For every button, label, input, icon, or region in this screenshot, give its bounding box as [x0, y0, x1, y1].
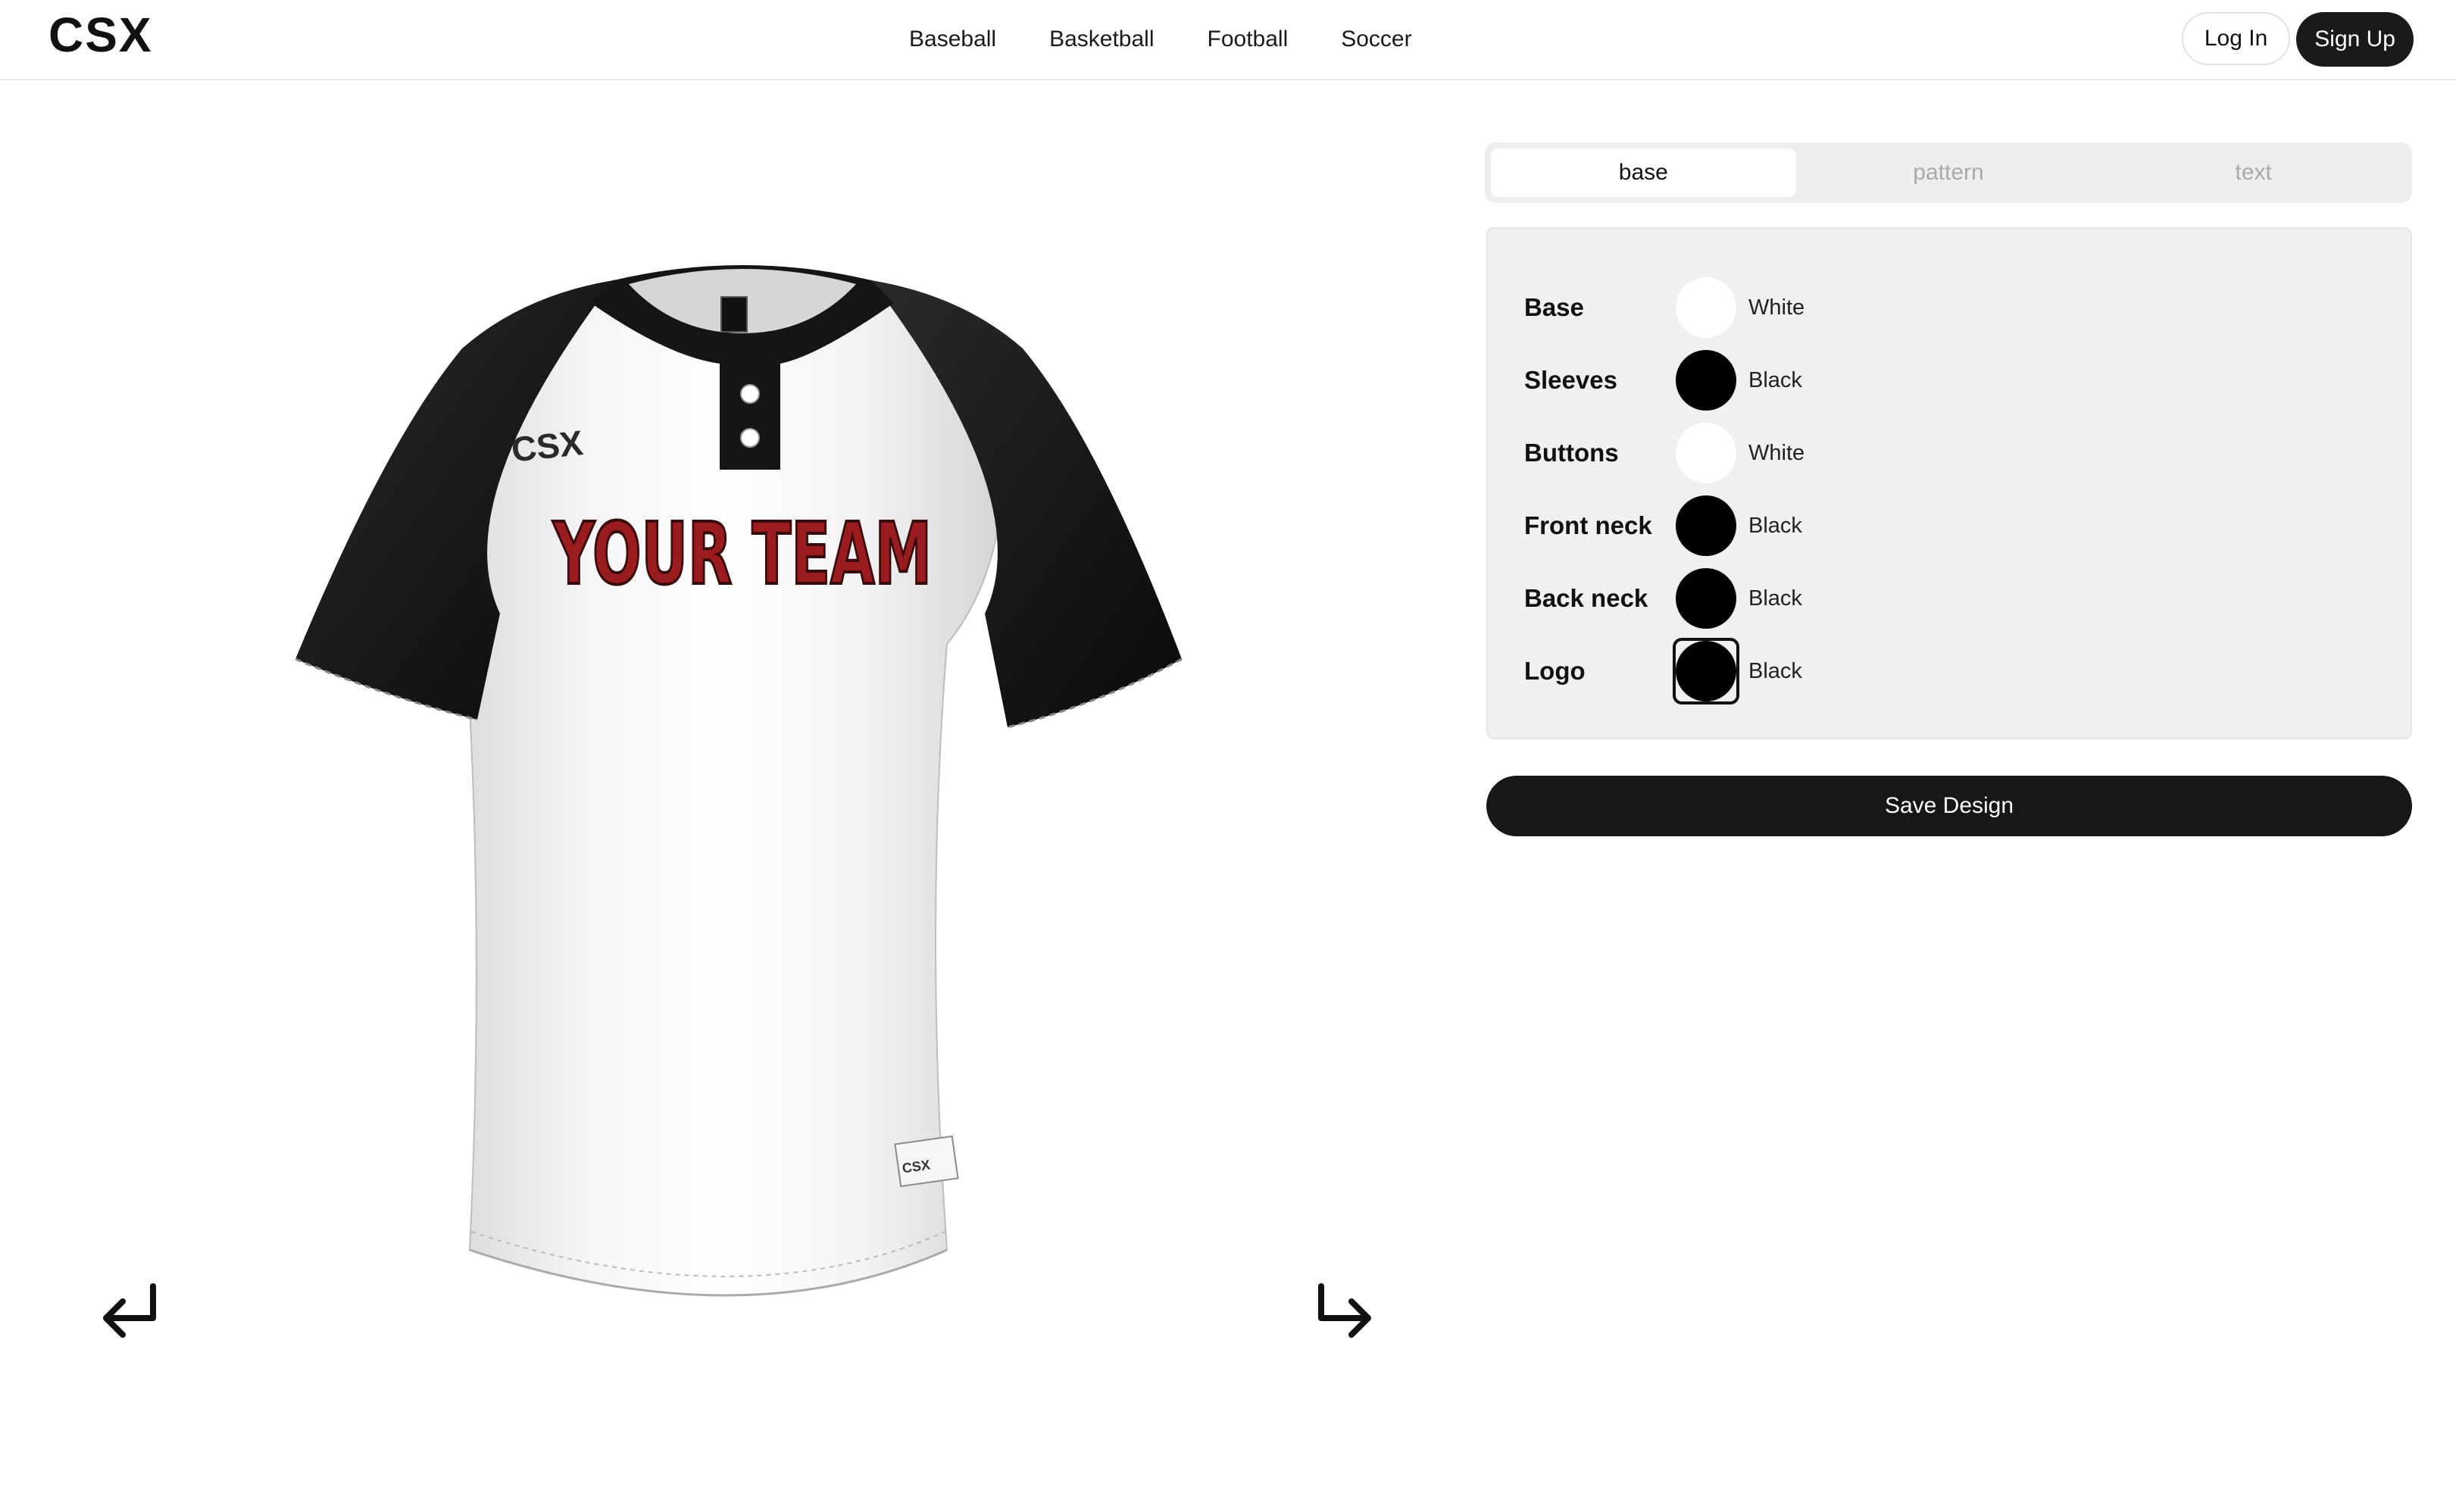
- option-label: Front neck: [1524, 511, 1652, 539]
- color-swatch-base[interactable]: [1676, 277, 1736, 338]
- nav-baseball[interactable]: Baseball: [909, 27, 996, 52]
- undo-arrow-icon[interactable]: [95, 1279, 164, 1347]
- team-name-text: YOUR TEAM: [552, 505, 932, 604]
- top-navigation-bar: CSX Baseball Basketball Football Soccer …: [0, 0, 2456, 80]
- login-button[interactable]: Log In: [2181, 12, 2291, 65]
- option-label: Back neck: [1524, 584, 1648, 612]
- auth-buttons: Log In Sign Up: [2181, 12, 2414, 67]
- option-row-buttons: Buttons White: [1524, 421, 1805, 485]
- tab-text[interactable]: text: [2101, 148, 2406, 197]
- nav-soccer[interactable]: Soccer: [1341, 27, 1411, 52]
- color-swatch-sleeves[interactable]: [1676, 350, 1736, 411]
- design-tabs: base pattern text: [1485, 142, 2412, 203]
- signup-button[interactable]: Sign Up: [2296, 12, 2414, 67]
- tab-base[interactable]: base: [1491, 148, 1796, 197]
- option-row-logo: Logo Black: [1524, 638, 1802, 704]
- tab-pattern[interactable]: pattern: [1796, 148, 2101, 197]
- main-nav: Baseball Basketball Football Soccer: [909, 0, 1412, 79]
- option-label: Sleeves: [1524, 366, 1617, 394]
- option-value: Black: [1748, 513, 1802, 538]
- option-value: White: [1748, 295, 1805, 320]
- color-swatch-back-neck[interactable]: [1676, 568, 1736, 629]
- option-label: Logo: [1524, 657, 1586, 685]
- jersey-button-top: [740, 384, 760, 404]
- save-design-button[interactable]: Save Design: [1486, 776, 2412, 836]
- csx-logo[interactable]: CSX: [48, 11, 170, 58]
- option-label: Base: [1524, 293, 1584, 321]
- option-row-front-neck: Front neck Black: [1524, 494, 1802, 558]
- svg-text:CSX: CSX: [48, 11, 153, 58]
- color-swatch-front-neck[interactable]: [1676, 495, 1736, 556]
- option-value: White: [1748, 440, 1805, 465]
- color-swatch-buttons[interactable]: [1676, 423, 1736, 483]
- jersey-button-bottom: [740, 428, 760, 448]
- nav-football[interactable]: Football: [1208, 27, 1289, 52]
- option-value: Black: [1748, 586, 1802, 611]
- option-value: Black: [1748, 658, 1802, 683]
- option-row-base: Base White: [1524, 276, 1805, 339]
- option-label: Buttons: [1524, 439, 1619, 467]
- option-value: Black: [1748, 367, 1802, 392]
- option-row-back-neck: Back neck Black: [1524, 567, 1802, 630]
- color-swatch-logo[interactable]: [1673, 638, 1739, 704]
- chest-logo: CSX: [509, 423, 585, 470]
- jersey-tag: CSX: [894, 1135, 959, 1188]
- nav-basketball[interactable]: Basketball: [1049, 27, 1154, 52]
- redo-arrow-icon[interactable]: [1311, 1279, 1379, 1347]
- color-options-panel: Base White Sleeves Black Buttons White F…: [1486, 227, 2412, 739]
- jersey-preview: CSX YOUR TEAM CSX: [295, 265, 1183, 1297]
- option-row-sleeves: Sleeves Black: [1524, 348, 1802, 412]
